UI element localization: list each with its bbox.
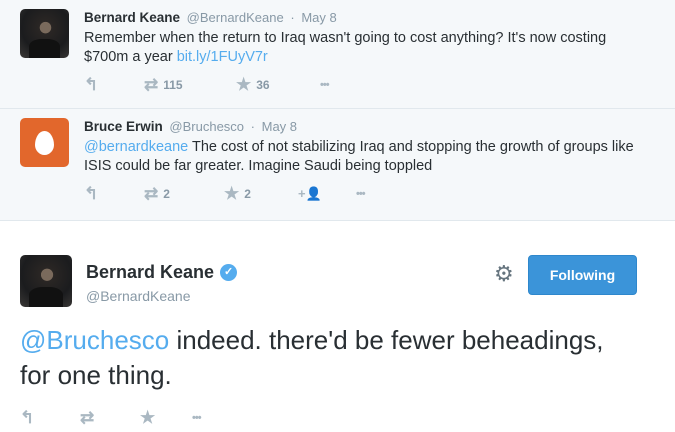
tweet-date[interactable]: May 8	[262, 119, 297, 134]
tweet-date[interactable]: May 8	[301, 10, 336, 25]
tweet-text: Remember when the return to Iraq wasn't …	[84, 29, 644, 67]
egg-icon	[35, 130, 54, 155]
more-button[interactable]: •••	[356, 185, 366, 203]
separator-dot: ·	[290, 10, 295, 25]
user-name[interactable]: Bernard Keane	[86, 262, 214, 283]
retweet-button[interactable]: ⇄ 2	[144, 185, 170, 203]
user-handle[interactable]: @BernardKeane	[187, 10, 284, 25]
avatar[interactable]	[20, 9, 69, 58]
favorite-button[interactable]: ★ 2	[224, 185, 251, 203]
user-name-block[interactable]: Bernard Keane ✓	[86, 262, 238, 283]
follow-user-button[interactable]: +👤	[298, 185, 322, 203]
favorite-button[interactable]: ★	[140, 409, 155, 427]
retweet-count: 115	[163, 78, 183, 92]
more-button[interactable]: •••	[192, 409, 202, 427]
avatar-photo	[20, 9, 69, 58]
avatar[interactable]	[20, 255, 72, 307]
tweet-body: Remember when the return to Iraq wasn't …	[84, 30, 607, 65]
tweet-actions: ↰ ⇄ 115 ★ 36 •••	[84, 76, 384, 96]
retweet-button[interactable]: ⇄ 115	[144, 76, 183, 94]
tweet-bernard-keane[interactable]: Bernard Keane @BernardKeane · May 8 Reme…	[0, 0, 675, 109]
following-button[interactable]: Following	[528, 255, 637, 295]
add-user-icon: +👤	[298, 186, 322, 201]
user-name[interactable]: Bruce Erwin	[84, 119, 163, 134]
reply-button[interactable]: ↰	[84, 185, 98, 203]
egg-avatar	[20, 118, 69, 167]
more-icon: •••	[192, 412, 202, 424]
retweet-icon: ⇄	[144, 184, 159, 203]
user-handle[interactable]: @Bruchesco	[169, 119, 244, 134]
main-tweet: Bernard Keane ✓ @BernardKeane ⚙ Followin…	[0, 221, 675, 432]
avatar[interactable]	[20, 118, 69, 167]
star-icon: ★	[236, 75, 252, 94]
retweet-icon: ⇄	[80, 408, 95, 427]
favorite-count: 36	[256, 78, 270, 92]
reply-button[interactable]: ↰	[20, 409, 34, 427]
favorite-count: 2	[244, 187, 251, 201]
mention-link[interactable]: @bernardkeane	[84, 139, 188, 155]
more-button[interactable]: •••	[320, 76, 330, 94]
reply-icon: ↰	[84, 184, 99, 203]
tweet-bruce-erwin[interactable]: Bruce Erwin @Bruchesco · May 8 @bernardk…	[0, 109, 675, 221]
retweet-button[interactable]: ⇄	[80, 409, 94, 427]
reply-icon: ↰	[84, 75, 99, 94]
tweet-text: @bernardkeane The cost of not stabilizin…	[84, 138, 644, 176]
tweet-actions: ↰ ⇄ ★ •••	[20, 409, 260, 429]
more-icon: •••	[356, 188, 366, 200]
tweet-header: Bruce Erwin @Bruchesco · May 8	[84, 119, 297, 134]
user-name[interactable]: Bernard Keane	[84, 10, 180, 25]
user-handle[interactable]: @BernardKeane	[86, 288, 191, 304]
star-icon: ★	[224, 184, 240, 203]
retweet-count: 2	[163, 187, 170, 201]
mention-link[interactable]: @Bruchesco	[20, 325, 169, 355]
tweet-header: Bernard Keane @BernardKeane · May 8	[84, 10, 337, 25]
verified-icon: ✓	[220, 264, 238, 281]
tweet-link[interactable]: bit.ly/1FUyV7r	[177, 49, 268, 65]
tweet-text: @Bruchesco indeed. there'd be fewer behe…	[20, 323, 640, 393]
separator-dot: ·	[250, 119, 255, 134]
more-icon: •••	[320, 79, 330, 91]
reply-icon: ↰	[20, 408, 35, 427]
gear-icon[interactable]: ⚙	[494, 263, 514, 285]
favorite-button[interactable]: ★ 36	[236, 76, 270, 94]
tweet-actions: ↰ ⇄ 2 ★ 2 +👤 •••	[84, 185, 384, 205]
retweet-icon: ⇄	[144, 75, 159, 94]
avatar-photo	[20, 255, 72, 307]
star-icon: ★	[140, 408, 156, 427]
reply-button[interactable]: ↰	[84, 76, 98, 94]
